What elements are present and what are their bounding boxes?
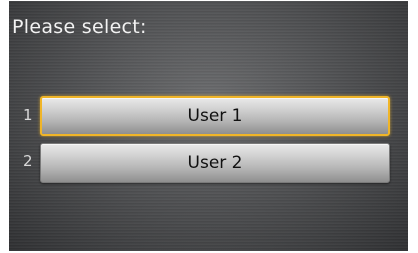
user-1-label: User 1 [187, 106, 243, 126]
user-select-screen: Please select: 1 User 1 2 User 2 [9, 1, 408, 251]
option-index-2: 2 [23, 152, 33, 170]
option-index-1: 1 [23, 106, 33, 124]
user-2-button[interactable]: User 2 [40, 143, 390, 183]
user-1-button[interactable]: User 1 [40, 96, 390, 136]
user-2-label: User 2 [187, 153, 243, 173]
page-title: Please select: [12, 16, 147, 38]
